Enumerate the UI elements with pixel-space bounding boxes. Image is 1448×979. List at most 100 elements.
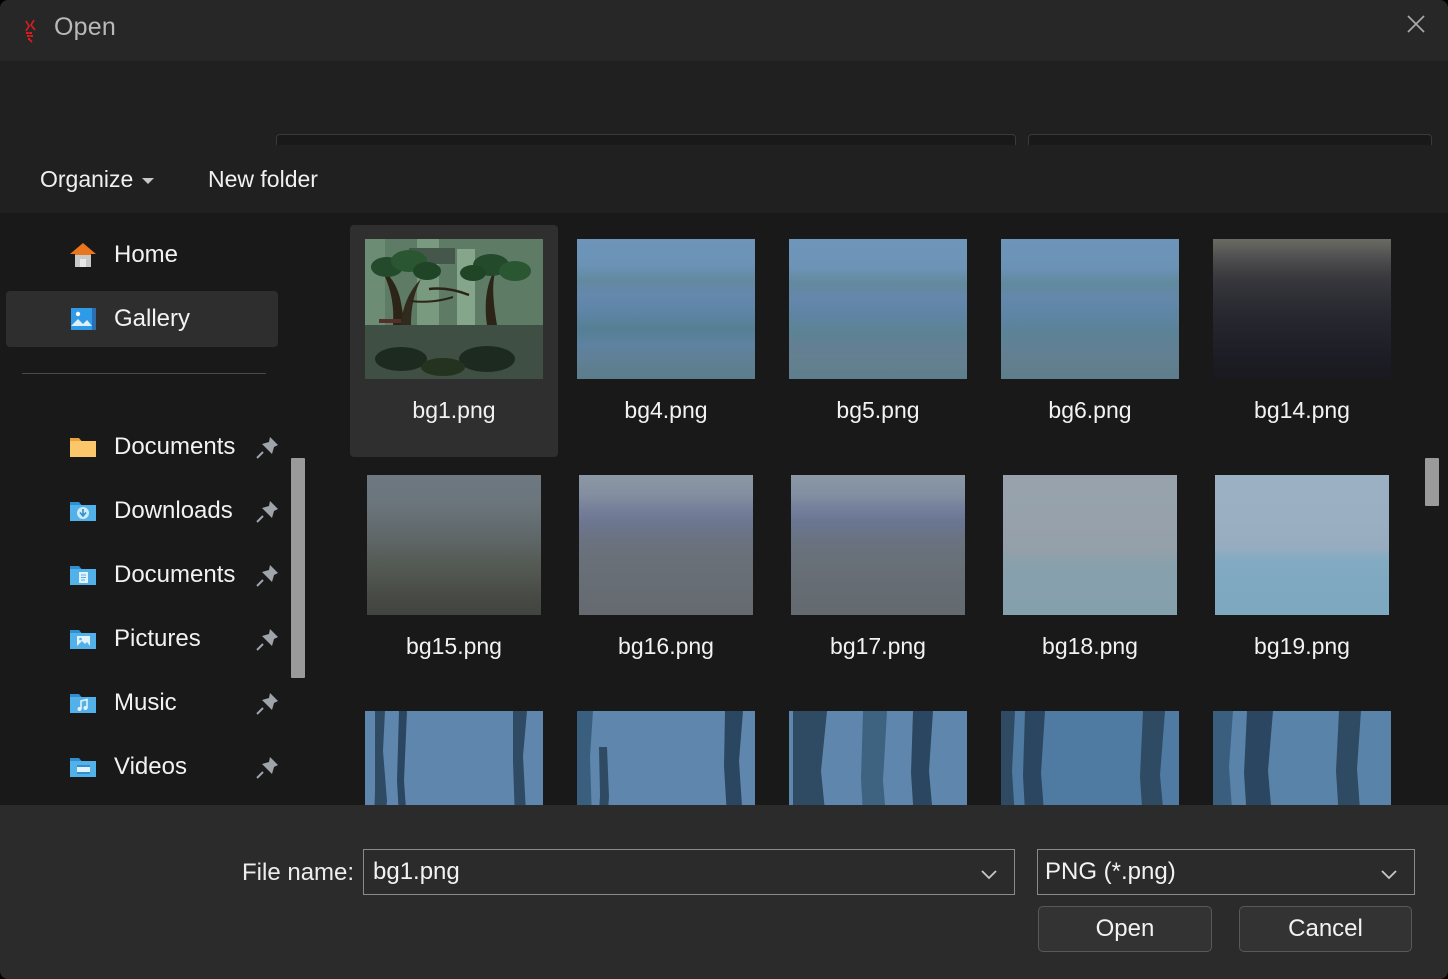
file-thumbnail bbox=[367, 475, 541, 615]
pin-icon[interactable] bbox=[254, 435, 280, 461]
sidebar-item-label: Videos bbox=[114, 753, 187, 780]
file-tile[interactable]: bg16.png bbox=[562, 461, 770, 693]
command-bar: Organize New folder ? bbox=[0, 145, 1448, 342]
file-thumbnail bbox=[365, 239, 543, 379]
file-type-dropdown-chevron-down-icon[interactable] bbox=[1378, 864, 1400, 889]
file-thumbnail bbox=[1003, 475, 1177, 615]
file-grid: bg1.png bg4.png bg5.png bg6.png bg14.png bbox=[320, 213, 1428, 805]
cancel-button[interactable]: Cancel bbox=[1239, 906, 1412, 952]
window-title: Open bbox=[54, 13, 116, 41]
open-file-dialog: Open Search background Organize New fold… bbox=[0, 0, 1448, 979]
home-icon bbox=[70, 243, 96, 267]
sidebar-item-label: Music bbox=[114, 689, 177, 716]
file-tile[interactable]: bg17.png bbox=[774, 461, 982, 693]
file-thumbnail bbox=[789, 711, 967, 805]
sidebar-item-music[interactable]: Music bbox=[6, 675, 278, 731]
pin-icon[interactable] bbox=[254, 563, 280, 589]
file-thumbnail bbox=[1213, 239, 1391, 379]
sidebar-item-label: Gallery bbox=[114, 305, 191, 332]
navigation-sidebar: Home Gallery Documents Downloads Documen… bbox=[0, 213, 320, 805]
file-grid-scrollbar-thumb[interactable] bbox=[1425, 458, 1439, 506]
folder-document-icon bbox=[70, 566, 96, 585]
file-name: bg15.png bbox=[406, 633, 502, 659]
sidebar-item-label: Downloads bbox=[114, 497, 233, 524]
file-name-label: File name: bbox=[242, 859, 355, 886]
file-thumbnail bbox=[365, 711, 543, 805]
file-tile[interactable] bbox=[986, 697, 1194, 805]
open-button-label: Open bbox=[1095, 915, 1155, 942]
open-button[interactable]: Open bbox=[1038, 906, 1212, 952]
file-name-combobox[interactable] bbox=[363, 849, 1015, 895]
close-icon bbox=[1407, 15, 1425, 33]
sidebar-item-home[interactable]: Home bbox=[6, 227, 278, 283]
file-thumbnail bbox=[577, 711, 755, 805]
sidebar-item-downloads[interactable]: Downloads bbox=[6, 483, 278, 539]
dialog-content: Home Gallery Documents Downloads Documen… bbox=[0, 213, 1448, 805]
file-tile[interactable] bbox=[350, 697, 558, 805]
sidebar-item-label: Documents bbox=[114, 561, 236, 588]
file-thumbnail bbox=[791, 475, 965, 615]
chevron-down-icon bbox=[142, 178, 155, 184]
file-name: bg17.png bbox=[830, 633, 926, 659]
file-thumbnail bbox=[789, 239, 967, 379]
file-name: bg5.png bbox=[836, 397, 920, 423]
file-thumbnail bbox=[1001, 239, 1179, 379]
file-tile[interactable]: bg5.png bbox=[774, 225, 982, 457]
title-bar: Open bbox=[0, 0, 1448, 61]
dialog-footer: File name: PNG (*.png) Open Cancel bbox=[0, 805, 1448, 979]
file-name: bg18.png bbox=[1042, 633, 1138, 659]
file-name: bg16.png bbox=[618, 633, 714, 659]
file-name: bg4.png bbox=[624, 397, 708, 423]
sidebar-item-videos[interactable]: Videos bbox=[6, 739, 278, 795]
new-folder-button[interactable]: New folder bbox=[198, 157, 328, 201]
file-name-input[interactable] bbox=[371, 857, 951, 887]
file-name: bg1.png bbox=[412, 397, 496, 423]
navigation-bar: « Content › screens › background bbox=[0, 61, 1448, 195]
file-thumbnail bbox=[577, 239, 755, 379]
folder-videos-icon bbox=[70, 758, 96, 777]
file-tile[interactable]: bg6.png bbox=[986, 225, 1194, 457]
sidebar-item-pictures[interactable]: Pictures bbox=[6, 611, 278, 667]
pin-icon[interactable] bbox=[254, 499, 280, 525]
pin-icon[interactable] bbox=[254, 691, 280, 717]
file-name: bg6.png bbox=[1048, 397, 1132, 423]
sidebar-item-documents-yellow[interactable]: Documents bbox=[6, 419, 278, 475]
file-type-combobox[interactable]: PNG (*.png) bbox=[1037, 849, 1415, 895]
organize-label: Organize bbox=[40, 165, 134, 192]
cancel-button-label: Cancel bbox=[1288, 915, 1363, 942]
sidebar-scrollbar-thumb[interactable] bbox=[291, 458, 305, 678]
file-name-dropdown-button[interactable] bbox=[978, 864, 1000, 889]
folder-music-icon bbox=[70, 694, 96, 713]
folder-download-icon bbox=[70, 502, 96, 521]
tk-feather-icon bbox=[20, 17, 48, 45]
file-name: bg19.png bbox=[1254, 633, 1350, 659]
sidebar-item-documents-blue[interactable]: Documents bbox=[6, 547, 278, 603]
file-thumbnail bbox=[579, 475, 753, 615]
file-tile[interactable]: bg19.png bbox=[1198, 461, 1406, 693]
file-thumbnail bbox=[1001, 711, 1179, 805]
gallery-image-icon bbox=[71, 308, 96, 330]
sidebar-item-label: Documents bbox=[114, 433, 236, 460]
file-tile[interactable] bbox=[1198, 697, 1406, 805]
file-type-value: PNG (*.png) bbox=[1045, 858, 1176, 885]
sidebar-item-label: Home bbox=[114, 241, 179, 268]
file-tile[interactable]: bg1.png bbox=[350, 225, 558, 457]
file-tile[interactable] bbox=[774, 697, 982, 805]
file-tile[interactable]: bg18.png bbox=[986, 461, 1194, 693]
sidebar-divider bbox=[22, 373, 266, 374]
chevron-down-icon bbox=[981, 870, 997, 880]
folder-yellow-icon bbox=[70, 438, 96, 457]
sidebar-item-gallery[interactable]: Gallery bbox=[6, 291, 278, 347]
pin-icon[interactable] bbox=[254, 627, 280, 653]
file-tile[interactable] bbox=[562, 697, 770, 805]
file-name: bg14.png bbox=[1254, 397, 1350, 423]
file-tile[interactable]: bg4.png bbox=[562, 225, 770, 457]
file-tile[interactable]: bg15.png bbox=[350, 461, 558, 693]
file-thumbnail bbox=[1213, 711, 1391, 805]
folder-pictures-icon bbox=[70, 630, 96, 649]
new-folder-label: New folder bbox=[208, 165, 318, 192]
organize-button[interactable]: Organize bbox=[30, 157, 164, 201]
close-button[interactable] bbox=[1384, 0, 1448, 48]
file-tile[interactable]: bg14.png bbox=[1198, 225, 1406, 457]
pin-icon[interactable] bbox=[254, 755, 280, 781]
